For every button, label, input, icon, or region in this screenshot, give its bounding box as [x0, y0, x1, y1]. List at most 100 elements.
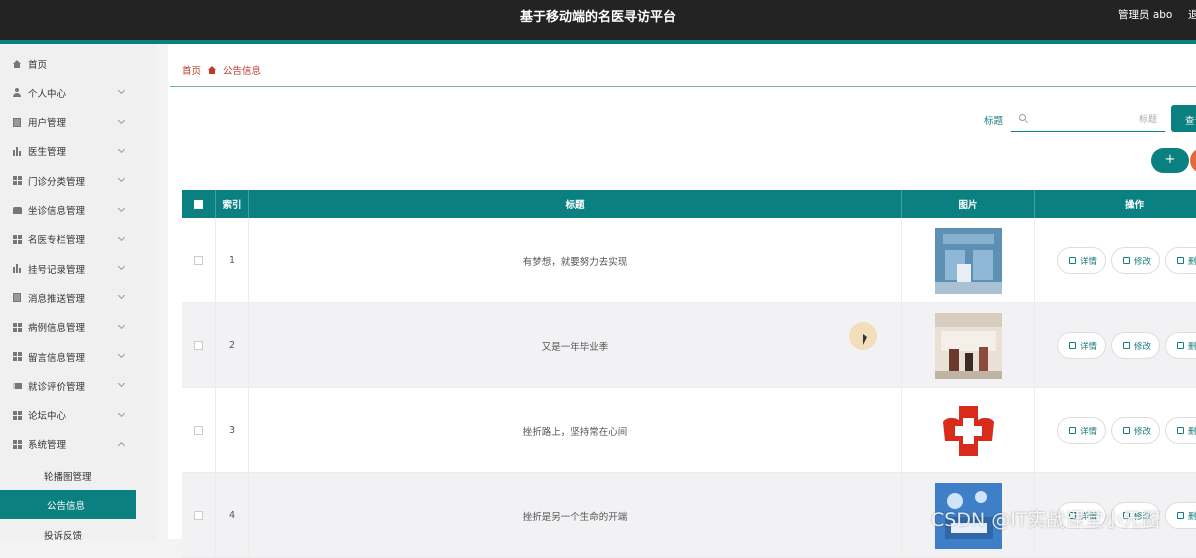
row-title: 挫折路上，坚持常在心间 — [249, 388, 902, 473]
bars-icon — [12, 264, 22, 274]
edit-button[interactable]: 修改 — [1111, 247, 1160, 274]
sidebar-item-label: 论坛中心 — [28, 411, 67, 423]
row-checkbox-cell — [182, 388, 216, 473]
row-title: 挫折是另一个生命的开端 — [249, 473, 902, 558]
breadcrumb-home[interactable]: 首页 — [182, 63, 201, 77]
sidebar-item-7[interactable]: 挂号记录管理 — [0, 254, 156, 283]
hospital-lobby-photo[interactable] — [934, 312, 1002, 379]
trash-icon — [1177, 342, 1184, 349]
search-field[interactable] — [1011, 106, 1165, 132]
row-index: 1 — [216, 218, 249, 303]
add-button[interactable]: + — [1151, 148, 1189, 173]
row-actions: 详情 修改 删除 — [1035, 388, 1196, 473]
search-button[interactable]: 查询 — [1171, 105, 1196, 132]
row-checkbox-cell — [182, 473, 216, 558]
sidebar-item-label: 消息推送管理 — [28, 293, 86, 305]
home-icon — [12, 59, 22, 69]
user-name[interactable]: 管理员 abo — [1118, 7, 1172, 22]
detail-label: 详情 — [1080, 256, 1098, 267]
table-row: 2又是一年毕业季 详情 修改 删除 — [182, 303, 1196, 388]
detail-button[interactable]: 详情 — [1057, 332, 1106, 359]
grid-icon — [12, 410, 22, 420]
delete-label: 删除 — [1188, 341, 1196, 352]
grid-icon — [12, 352, 22, 362]
delete-button[interactable]: 删除 — [1165, 417, 1196, 444]
table-row: 1有梦想，就要努力去实现 详情 修改 删除 — [182, 218, 1196, 303]
sidebar-subitem-2[interactable]: 投诉反馈 — [0, 520, 136, 549]
delete-button[interactable]: 删除 — [1165, 502, 1196, 529]
row-checkbox-cell — [182, 303, 216, 388]
sidebar-item-label: 坐诊信息管理 — [28, 206, 86, 217]
chevron-down-icon — [117, 380, 126, 388]
delete-label: 删除 — [1188, 256, 1196, 267]
sidebar-subitem-0[interactable]: 轮播图管理 — [0, 461, 136, 490]
sidebar-item-5[interactable]: 坐诊信息管理 — [0, 196, 156, 225]
trash-icon — [1177, 512, 1184, 519]
pencil-icon — [1123, 427, 1130, 434]
sidebar-item-label: 医生管理 — [28, 147, 67, 159]
logout-link[interactable]: 退 — [1188, 7, 1196, 22]
delete-button[interactable]: 删除 — [1165, 332, 1196, 359]
sidebar-item-1[interactable]: 个人中心 — [0, 78, 156, 107]
hospital-corridor-photo[interactable] — [934, 227, 1002, 294]
delete-label: 删除 — [1188, 426, 1196, 437]
grid-icon — [12, 322, 22, 332]
sidebar-item-2[interactable]: 用户管理 — [0, 108, 156, 137]
red-cross-logo[interactable] — [934, 397, 1002, 464]
sidebar-item-4[interactable]: 门诊分类管理 — [0, 166, 156, 195]
delete-button[interactable]: 删除 — [1165, 247, 1196, 274]
table-header: 索引 标题 图片 操作 — [182, 190, 1196, 218]
select-all-checkbox[interactable] — [194, 199, 203, 209]
sidebar-item-12[interactable]: 论坛中心 — [0, 401, 156, 430]
sidebar-item-0[interactable]: 首页 — [0, 49, 156, 78]
edit-button[interactable]: 修改 — [1111, 417, 1160, 444]
pencil-icon — [1123, 257, 1130, 264]
row-checkbox[interactable] — [194, 511, 203, 520]
breadcrumb-current: 公告信息 — [223, 66, 262, 77]
row-actions: 详情 修改 删除 — [1035, 303, 1196, 388]
row-checkbox[interactable] — [194, 256, 203, 265]
sidebar-item-label: 挂号记录管理 — [28, 264, 86, 276]
sidebar-item-9[interactable]: 病例信息管理 — [0, 313, 156, 342]
sidebar-subitem-label: 轮播图管理 — [44, 472, 92, 483]
header-actions: 操作 — [1035, 190, 1196, 218]
edit-button[interactable]: 修改 — [1111, 332, 1160, 359]
sidebar-item-8[interactable]: 消息推送管理 — [0, 283, 156, 312]
header-title: 标题 — [249, 190, 902, 218]
film-icon — [12, 381, 22, 391]
document-icon — [1069, 257, 1076, 264]
sidebar-subitem-1[interactable]: 公告信息 — [0, 490, 136, 520]
grid-icon — [12, 234, 22, 244]
row-checkbox[interactable] — [194, 341, 203, 350]
sidebar-item-label: 病例信息管理 — [28, 323, 86, 335]
sidebar-item-label: 首页 — [28, 59, 48, 71]
pencil-icon — [1123, 342, 1130, 349]
delete-label: 删除 — [1188, 511, 1196, 522]
edit-label: 修改 — [1134, 341, 1152, 352]
cup-icon — [12, 205, 22, 215]
sidebar-item-10[interactable]: 留言信息管理 — [0, 342, 156, 371]
top-bar: 基于移动端的名医寻访平台 管理员 abo 退 — [0, 0, 1196, 40]
chevron-down-icon — [117, 145, 126, 153]
document-icon — [12, 293, 22, 303]
document-icon — [12, 117, 22, 127]
row-image-cell — [902, 218, 1035, 303]
search-label: 标题 — [984, 116, 1004, 127]
row-checkbox[interactable] — [194, 426, 203, 435]
row-title: 又是一年毕业季 — [249, 303, 902, 388]
cursor-arrow-icon — [863, 334, 867, 345]
sidebar-item-6[interactable]: 名医专栏管理 — [0, 225, 156, 254]
sidebar-item-3[interactable]: 医生管理 — [0, 137, 156, 166]
trash-icon — [1177, 257, 1184, 264]
detail-button[interactable]: 详情 — [1057, 247, 1106, 274]
detail-button[interactable]: 详情 — [1057, 417, 1106, 444]
grid-icon — [12, 439, 22, 449]
row-image-cell — [902, 388, 1035, 473]
chevron-down-icon — [117, 233, 126, 241]
sidebar-subitem-label: 公告信息 — [47, 501, 86, 513]
sidebar-item-11[interactable]: 就诊评价管理 — [0, 371, 156, 400]
grid-icon — [12, 176, 22, 186]
search-input[interactable] — [1033, 110, 1157, 128]
sidebar-item-13[interactable]: 系统管理 — [0, 430, 156, 459]
mouse-cursor — [849, 322, 877, 350]
